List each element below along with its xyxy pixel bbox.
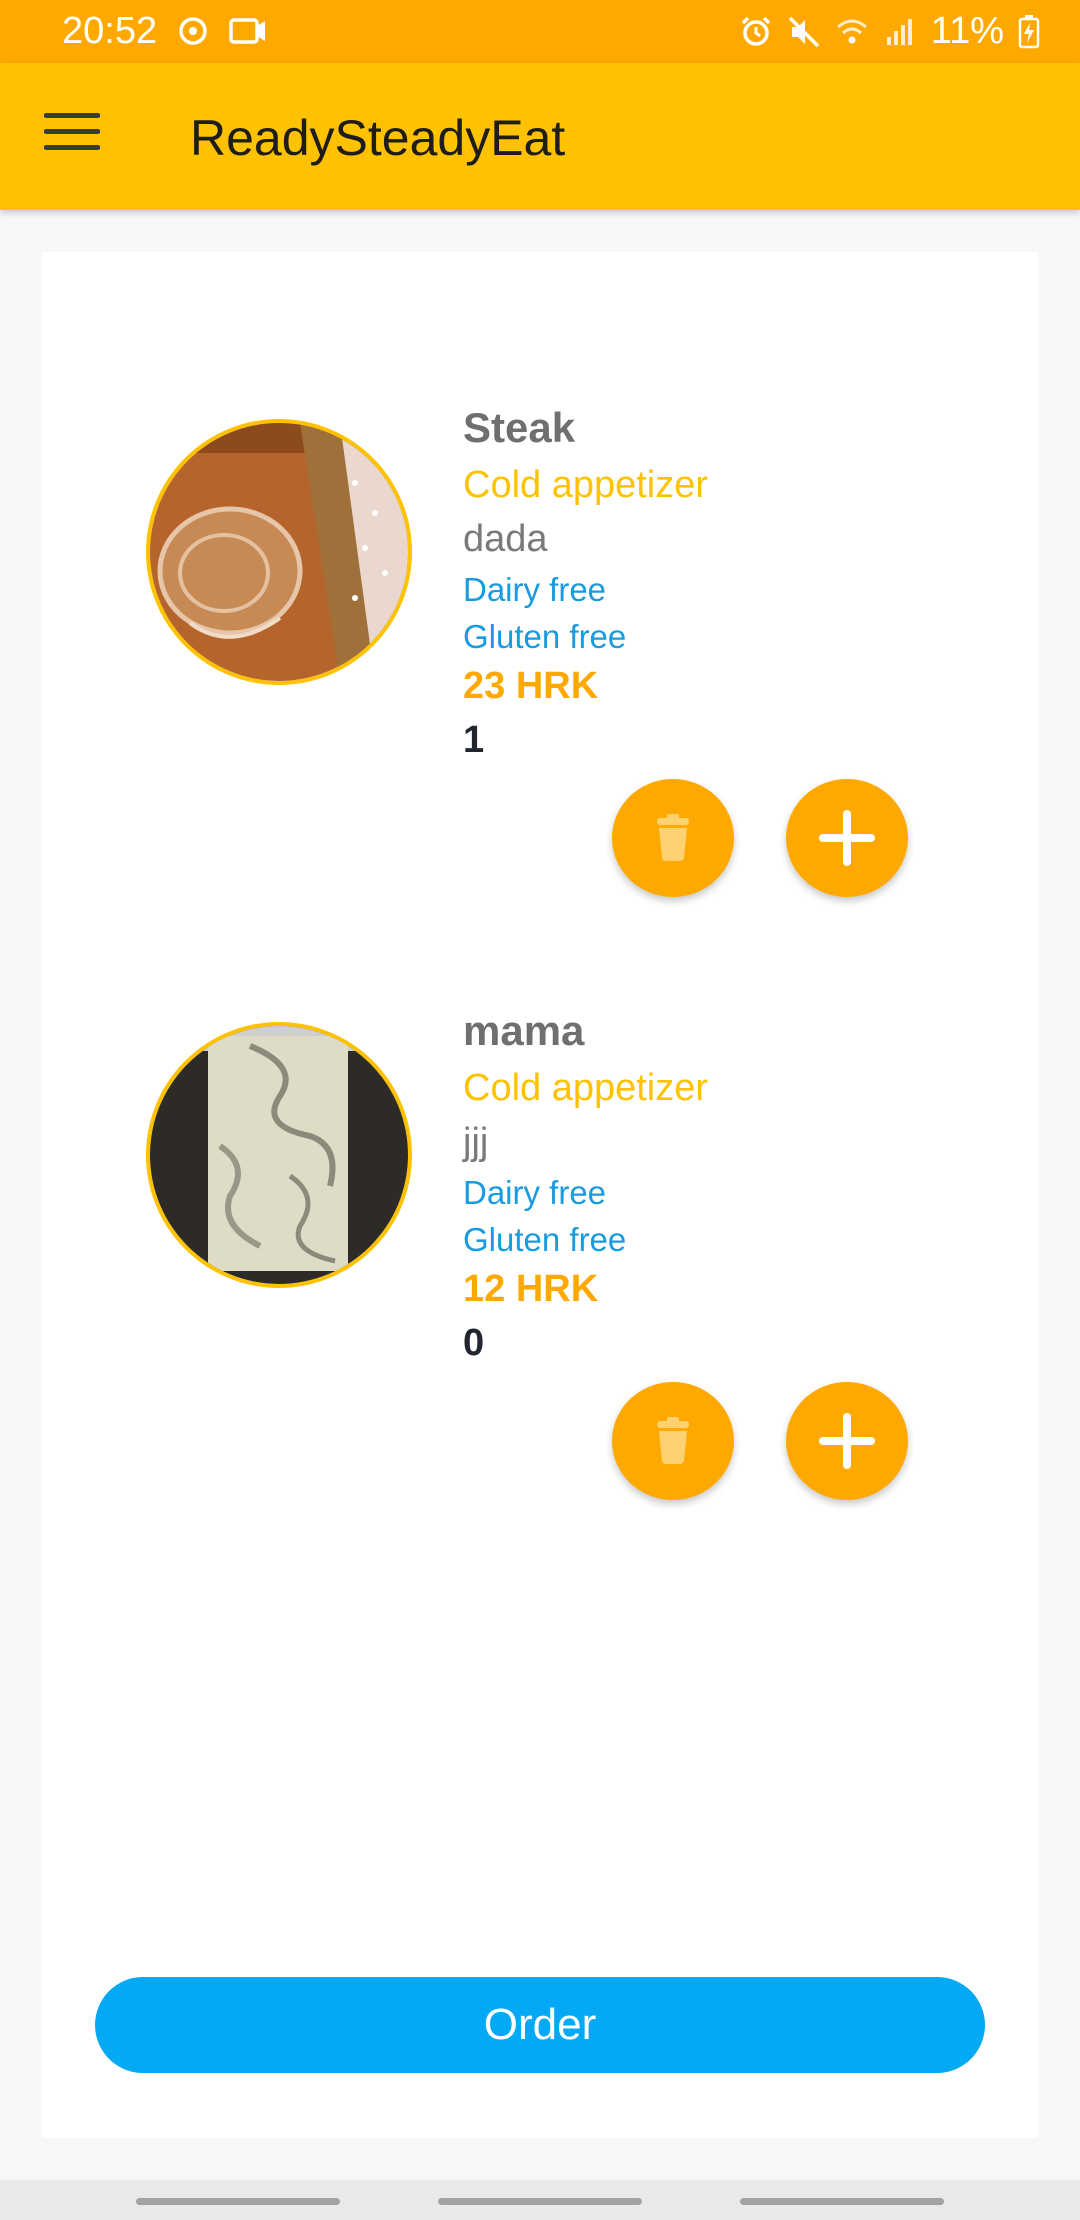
- item-tag-dairy-free: Dairy free: [463, 571, 607, 608]
- food-photo: [146, 1022, 412, 1288]
- mute-icon: [788, 16, 819, 47]
- status-right: 11%: [739, 10, 1040, 53]
- alarm-icon: [741, 16, 770, 46]
- hamburger-menu-icon[interactable]: [44, 113, 100, 157]
- food-photo-image: [150, 423, 408, 681]
- item-tag-dairy-free: Dairy free: [463, 1174, 607, 1211]
- food-photo: [146, 419, 412, 685]
- remove-item-button[interactable]: [612, 1382, 734, 1500]
- menu-item: mama Cold appetizer jjj Dairy free Glute…: [42, 855, 1038, 1500]
- status-left-icons: [176, 14, 268, 48]
- order-button[interactable]: Order: [95, 1977, 985, 2073]
- add-item-button[interactable]: [786, 1382, 908, 1500]
- item-info: mama Cold appetizer jjj Dairy free Glute…: [463, 1001, 708, 1370]
- menu-item: Steak Cold appetizer dada Dairy free Glu…: [42, 252, 1038, 897]
- sync-icon: [179, 17, 207, 45]
- cart-list: Steak Cold appetizer dada Dairy free Glu…: [42, 252, 1038, 2138]
- trash-icon: [657, 1417, 689, 1464]
- plus-icon: [819, 1413, 875, 1469]
- item-tag-gluten-free: Gluten free: [463, 618, 627, 655]
- item-name: Steak: [463, 404, 576, 451]
- nav-recent-apps[interactable]: [136, 2198, 340, 2205]
- camera-notification-icon: [229, 18, 265, 44]
- item-description: jjj: [463, 1121, 489, 1163]
- nav-back[interactable]: [740, 2198, 944, 2205]
- wifi-icon: [836, 19, 867, 43]
- status-bar: 20:52 11%: [0, 0, 1080, 63]
- item-description: dada: [463, 518, 548, 560]
- battery-charging-icon: [1018, 14, 1040, 48]
- navigation-bar: [0, 2180, 1080, 2220]
- item-name: mama: [463, 1007, 585, 1054]
- app-title: ReadySteadyEat: [190, 110, 566, 166]
- app-bar: ReadySteadyEat: [0, 63, 1080, 210]
- item-info: Steak Cold appetizer dada Dairy free Glu…: [463, 398, 708, 767]
- status-time: 20:52: [62, 10, 158, 52]
- item-quantity: 1: [463, 719, 485, 761]
- item-category: Cold appetizer: [463, 464, 709, 506]
- item-tag-gluten-free: Gluten free: [463, 1221, 627, 1258]
- item-category: Cold appetizer: [463, 1067, 709, 1109]
- battery-percent: 11%: [930, 10, 1004, 52]
- item-price: 23 HRK: [463, 665, 599, 707]
- item-quantity: 0: [463, 1322, 485, 1364]
- nav-home[interactable]: [438, 2198, 642, 2205]
- signal-icon: [886, 18, 912, 45]
- food-photo-image: [150, 1026, 408, 1284]
- item-price: 12 HRK: [463, 1268, 599, 1310]
